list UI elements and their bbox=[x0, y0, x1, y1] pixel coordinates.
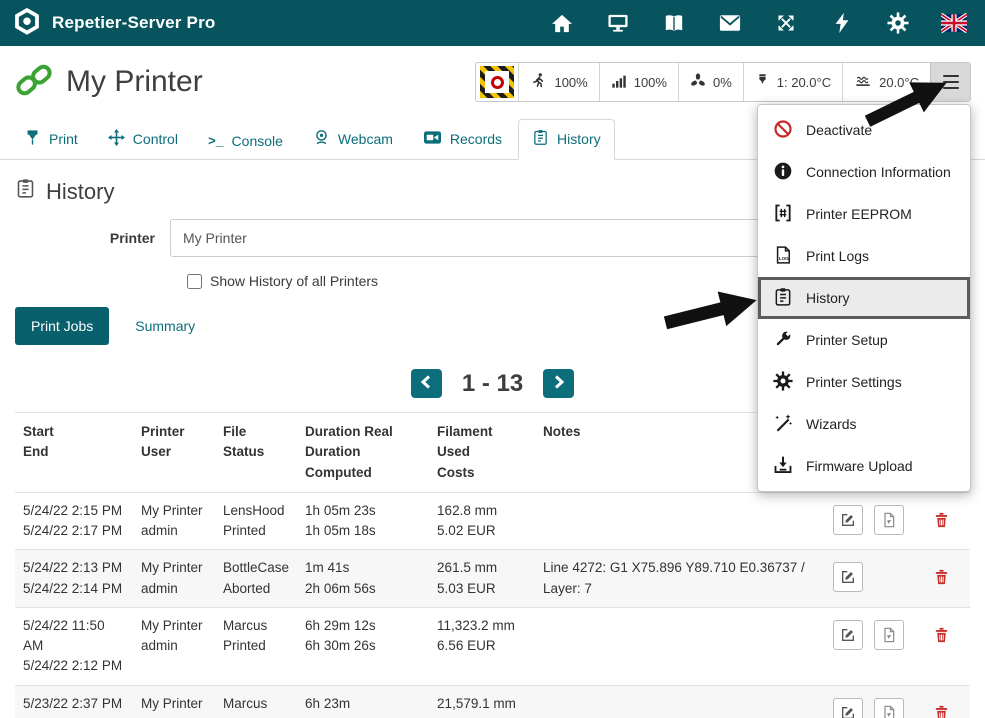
menu-item-printer-eeprom[interactable]: Printer EEPROM bbox=[758, 193, 970, 235]
printer-select-value: My Printer bbox=[183, 230, 247, 246]
next-page-button[interactable] bbox=[543, 369, 574, 398]
webcam-icon bbox=[313, 129, 330, 149]
delete-button[interactable] bbox=[933, 511, 950, 529]
summary-button[interactable]: Summary bbox=[135, 318, 195, 334]
records-icon bbox=[423, 129, 442, 149]
history-icon bbox=[773, 287, 793, 310]
tab-control[interactable]: Control bbox=[94, 119, 192, 160]
speed-icon bbox=[530, 72, 547, 92]
printer-select-label: Printer bbox=[15, 230, 170, 246]
language-flag-uk-icon[interactable] bbox=[941, 10, 967, 36]
mail-icon[interactable] bbox=[717, 10, 743, 36]
control-arrows-icon bbox=[108, 129, 125, 149]
extruder-temp-icon bbox=[755, 73, 770, 91]
extruder-temp-value: 1: 20.0°C bbox=[777, 75, 831, 90]
chevron-right-icon bbox=[553, 375, 565, 392]
edit-button[interactable] bbox=[833, 620, 863, 650]
repetier-logo bbox=[12, 6, 42, 41]
print-logs-icon: LOG bbox=[773, 245, 793, 268]
print-jobs-button[interactable]: Print Jobs bbox=[15, 307, 109, 345]
show-all-printers-checkbox[interactable] bbox=[187, 274, 202, 289]
speed-status[interactable]: 100% bbox=[518, 63, 598, 101]
history-icon bbox=[532, 129, 549, 149]
flow-icon bbox=[611, 73, 627, 92]
info-icon bbox=[773, 161, 793, 184]
menu-item-history[interactable]: History bbox=[758, 277, 970, 319]
table-row: 5/24/22 2:13 PM5/24/22 2:14 PM My Printe… bbox=[15, 550, 970, 608]
history-icon bbox=[15, 178, 36, 205]
wand-icon bbox=[773, 413, 793, 436]
fan-value: 0% bbox=[713, 75, 732, 90]
tab-history[interactable]: History bbox=[518, 119, 615, 160]
edit-button[interactable] bbox=[833, 698, 863, 718]
col-start-end: StartEnd bbox=[15, 413, 133, 493]
menu-item-wizards[interactable]: Wizards bbox=[758, 403, 970, 445]
col-file-status: FileStatus bbox=[215, 413, 297, 493]
deactivate-icon bbox=[773, 119, 793, 142]
edit-button[interactable] bbox=[833, 562, 863, 592]
emergency-stop-button[interactable] bbox=[476, 63, 518, 101]
expand-icon[interactable] bbox=[773, 10, 799, 36]
table-row: 5/24/22 2:15 PM5/24/22 2:17 PM My Printe… bbox=[15, 492, 970, 550]
printer-menu: Deactivate Connection Information Printe… bbox=[757, 104, 971, 492]
pdf-button[interactable] bbox=[874, 620, 904, 650]
topbar-nav bbox=[549, 10, 973, 36]
delete-button[interactable] bbox=[933, 626, 950, 644]
app-title: Repetier-Server Pro bbox=[52, 13, 215, 33]
power-bolt-icon[interactable] bbox=[829, 10, 855, 36]
tab-print[interactable]: Print bbox=[10, 119, 92, 160]
topbar: Repetier-Server Pro bbox=[0, 0, 985, 46]
manual-book-icon[interactable] bbox=[661, 10, 687, 36]
eeprom-icon bbox=[773, 203, 793, 226]
previous-page-button[interactable] bbox=[411, 369, 442, 398]
section-heading-label: History bbox=[46, 179, 114, 205]
firmware-upload-icon bbox=[773, 455, 793, 478]
bed-temp-icon bbox=[854, 73, 872, 92]
chevron-left-icon bbox=[420, 375, 432, 392]
col-printer-user: PrinterUser bbox=[133, 413, 215, 493]
page-title: My Printer bbox=[66, 65, 203, 99]
home-icon[interactable] bbox=[549, 10, 575, 36]
monitor-icon[interactable] bbox=[605, 10, 631, 36]
menu-item-printer-setup[interactable]: Printer Setup bbox=[758, 319, 970, 361]
console-icon: >_ bbox=[208, 134, 224, 149]
speed-value: 100% bbox=[554, 75, 587, 90]
table-row: 5/24/22 11:50 AM5/24/22 2:12 PM My Print… bbox=[15, 607, 970, 685]
tab-records[interactable]: Records bbox=[409, 119, 516, 160]
flow-value: 100% bbox=[634, 75, 667, 90]
fan-status[interactable]: 0% bbox=[678, 63, 743, 101]
menu-item-firmware-upload[interactable]: Firmware Upload bbox=[758, 445, 970, 487]
wrench-icon bbox=[773, 329, 793, 352]
settings-gear-icon[interactable] bbox=[885, 10, 911, 36]
fan-icon bbox=[690, 73, 706, 92]
col-duration: Duration RealDuration Computed bbox=[297, 413, 429, 493]
show-all-printers-label: Show History of all Printers bbox=[210, 273, 378, 289]
link-icon bbox=[14, 63, 54, 102]
gear-icon bbox=[773, 371, 793, 394]
delete-button[interactable] bbox=[933, 568, 950, 586]
print-icon bbox=[24, 129, 41, 149]
flow-status[interactable]: 100% bbox=[599, 63, 678, 101]
table-row: 5/23/22 2:37 PM5/23/22 9:01 PM My Printe… bbox=[15, 685, 970, 718]
menu-item-print-logs[interactable]: LOG Print Logs bbox=[758, 235, 970, 277]
menu-item-connection-information[interactable]: Connection Information bbox=[758, 151, 970, 193]
tab-console[interactable]: >_ Console bbox=[194, 123, 297, 160]
page-range-label: 1 - 13 bbox=[462, 370, 523, 398]
menu-item-printer-settings[interactable]: Printer Settings bbox=[758, 361, 970, 403]
col-filament-costs: Filament UsedCosts bbox=[429, 413, 535, 493]
delete-button[interactable] bbox=[933, 704, 950, 718]
edit-button[interactable] bbox=[833, 505, 863, 535]
pdf-button[interactable] bbox=[874, 505, 904, 535]
tab-webcam[interactable]: Webcam bbox=[299, 119, 407, 160]
extruder-temp-status[interactable]: 1: 20.0°C bbox=[743, 63, 842, 101]
svg-text:LOG: LOG bbox=[779, 256, 789, 261]
emergency-stop-icon bbox=[480, 66, 514, 98]
pdf-button[interactable] bbox=[874, 698, 904, 718]
